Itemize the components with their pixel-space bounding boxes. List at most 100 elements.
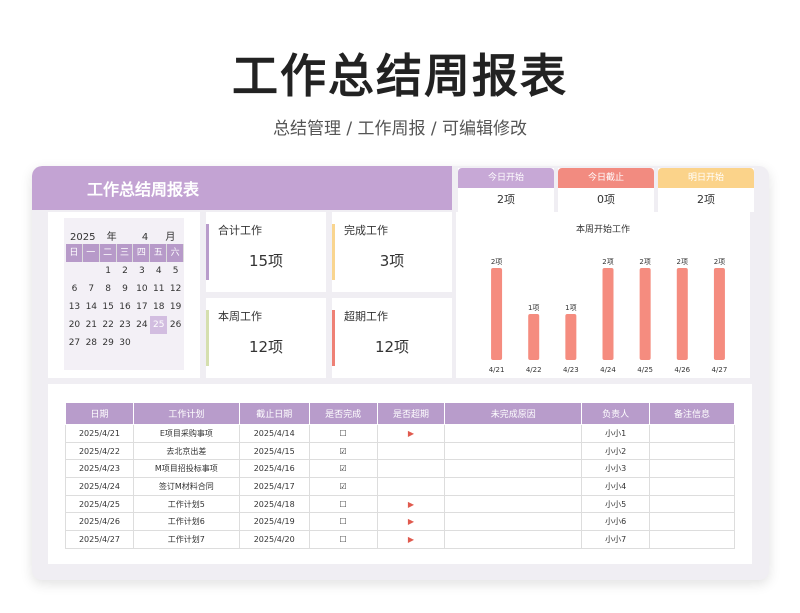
- table-column-header: 未完成原因: [444, 402, 583, 425]
- done-checkbox[interactable]: ☑: [308, 477, 378, 496]
- calendar-day[interactable]: 29: [100, 334, 117, 352]
- table-cell-owner: 小小7: [581, 530, 651, 549]
- table-cell-note: [649, 424, 735, 443]
- done-checkbox[interactable]: ☐: [308, 512, 378, 532]
- calendar-weekday: 五: [150, 244, 168, 262]
- table-cell-date: 2025/4/27: [65, 530, 134, 549]
- table-row: 2025/4/27 工作计划7 2025/4/20 ☐ ▶ 小小7: [65, 530, 735, 549]
- table-cell-due: 2025/4/19: [238, 512, 310, 532]
- calendar-day[interactable]: 15: [100, 298, 117, 316]
- done-checkbox[interactable]: ☑: [308, 459, 378, 479]
- calendar-weekday: 一: [82, 244, 100, 262]
- calendar-day[interactable]: 23: [117, 316, 134, 334]
- calendar-day[interactable]: 12: [167, 280, 184, 298]
- chart-panel: 本周开始工作 2项 4/21 1项 4/22 1项 4/23 2项 4/24 2项 4/25 2项 4…: [456, 212, 750, 378]
- stat-total-work: 合计工作 15项: [206, 212, 326, 292]
- calendar-day[interactable]: 22: [100, 316, 117, 334]
- calendar-day[interactable]: 20: [66, 316, 83, 334]
- calendar-day[interactable]: 16: [117, 298, 134, 316]
- calendar-day[interactable]: 30: [117, 334, 134, 352]
- done-checkbox[interactable]: ☐: [308, 494, 378, 514]
- table-cell-plan: 去北京出差: [132, 441, 240, 461]
- calendar-day[interactable]: 8: [100, 280, 117, 298]
- bar-chart: 2项 4/21 1项 4/22 1项 4/23 2项 4/24 2项 4/25 2项 4/26 2项 4/…: [489, 258, 728, 374]
- done-checkbox[interactable]: ☐: [308, 530, 378, 549]
- table-cell-date: 2025/4/24: [65, 477, 134, 496]
- table-cell-plan: E项目采购事项: [132, 424, 240, 443]
- stat-completed-work: 完成工作 3项: [332, 212, 452, 292]
- table-cell-plan: 签订M材料合同: [132, 477, 240, 496]
- kpi-tomorrow-start-value: 2项: [697, 193, 715, 206]
- calendar-weekday: 三: [116, 244, 134, 262]
- table-cell-note: [649, 494, 735, 514]
- chart-data-label: 2项: [639, 258, 650, 266]
- table-cell-reason: [444, 477, 583, 496]
- table-column-header: 日期: [65, 402, 134, 425]
- kpi-tomorrow-start: 明日开始 2项: [658, 168, 754, 212]
- chart-data-label: 2项: [491, 258, 502, 266]
- calendar-day[interactable]: 13: [66, 298, 83, 316]
- table-cell-note: [649, 512, 735, 532]
- kpi-today-due-label: 今日截止: [558, 168, 654, 188]
- calendar-day[interactable]: 18: [150, 298, 167, 316]
- calendar-day[interactable]: 25: [150, 316, 168, 334]
- table-cell-due: 2025/4/20: [238, 530, 310, 549]
- done-checkbox[interactable]: ☐: [308, 424, 378, 443]
- calendar-day[interactable]: 7: [83, 280, 100, 298]
- table-cell-reason: [444, 494, 583, 514]
- calendar-day[interactable]: 28: [83, 334, 100, 352]
- table-cell-owner: 小小6: [581, 512, 651, 532]
- table-column-header: 截止日期: [238, 402, 310, 425]
- calendar: 2025 年 4 月 日一二三四五六 1 2 3 4 5 6 7 8 9 10 11 12 13 14 15 1…: [64, 218, 185, 370]
- stat-week-work: 本周工作 12项: [206, 298, 326, 378]
- calendar-day[interactable]: 4: [150, 262, 167, 280]
- calendar-day[interactable]: 27: [66, 334, 83, 352]
- task-table-panel: 日期 工作计划 截止日期 是否完成 是否超期 未完成原因 负责人 备注信息 2025/4/21…: [48, 384, 752, 564]
- table-row: 2025/4/23 M项目招投标事项 2025/4/16 ☑ 小小3: [65, 459, 735, 479]
- calendar-day[interactable]: 10: [133, 280, 150, 298]
- table-cell-reason: [444, 441, 583, 461]
- chart-bar: [565, 314, 577, 360]
- kpi-today-due: 今日截止 0项: [558, 168, 654, 212]
- calendar-month: 4: [141, 232, 149, 243]
- calendar-day[interactable]: 17: [133, 298, 150, 316]
- calendar-week-row: 12345: [66, 262, 184, 280]
- calendar-day: [83, 262, 100, 280]
- calendar-month-label: 月: [165, 232, 176, 243]
- table-column-header: 是否超期: [376, 402, 446, 425]
- table-cell-reason: [444, 530, 583, 549]
- calendar-day[interactable]: 3: [133, 262, 150, 280]
- calendar-week-row: 13 14 15 16 17 18 19: [66, 298, 184, 316]
- calendar-day[interactable]: 21: [83, 316, 100, 334]
- table-body: 2025/4/21 E项目采购事项 2025/4/14 ☐ ▶ 小小1 2025/4/22 去…: [65, 424, 735, 549]
- calendar-day[interactable]: 26: [167, 316, 184, 334]
- calendar-day[interactable]: 1: [100, 262, 117, 280]
- calendar-day: [150, 334, 167, 352]
- table-cell-due: 2025/4/16: [238, 459, 310, 479]
- chart-x-tick-label: 4/23: [563, 366, 579, 374]
- calendar-day[interactable]: 2: [117, 262, 134, 280]
- calendar-day[interactable]: 24: [133, 316, 150, 334]
- chart-x-tick-label: 4/24: [600, 366, 616, 374]
- stat-completed-value: 3项: [379, 252, 405, 270]
- sheet-title: 工作总结周报表: [87, 180, 200, 199]
- chart-x-tick-label: 4/22: [526, 366, 542, 374]
- table-cell-note: [649, 459, 735, 479]
- task-table: 日期 工作计划 截止日期 是否完成 是否超期 未完成原因 负责人 备注信息 2025/4/21…: [65, 402, 735, 549]
- calendar-day[interactable]: 5: [167, 262, 184, 280]
- table-cell-reason: [444, 512, 583, 532]
- stat-overdue-label: 超期工作: [344, 310, 388, 323]
- report-sheet: 工作总结周报表 今日开始 2项 今日截止 0项 明日开始 2项 2025 年 4…: [32, 166, 769, 580]
- calendar-weekday: 六: [167, 244, 185, 262]
- overdue-flag-icon: ▶: [376, 424, 446, 443]
- calendar-panel: 2025 年 4 月 日一二三四五六 1 2 3 4 5 6 7 8 9 10 11 12 13 14 15 1…: [48, 212, 200, 378]
- calendar-day[interactable]: 14: [83, 298, 100, 316]
- table-cell-reason: [444, 459, 583, 479]
- calendar-day[interactable]: 11: [150, 280, 167, 298]
- table-header-row: 日期 工作计划 截止日期 是否完成 是否超期 未完成原因 负责人 备注信息: [65, 402, 735, 425]
- done-checkbox[interactable]: ☑: [308, 441, 378, 461]
- calendar-day[interactable]: 6: [66, 280, 83, 298]
- calendar-day[interactable]: 19: [167, 298, 184, 316]
- table-cell-plan: 工作计划7: [132, 530, 240, 549]
- calendar-day[interactable]: 9: [117, 280, 134, 298]
